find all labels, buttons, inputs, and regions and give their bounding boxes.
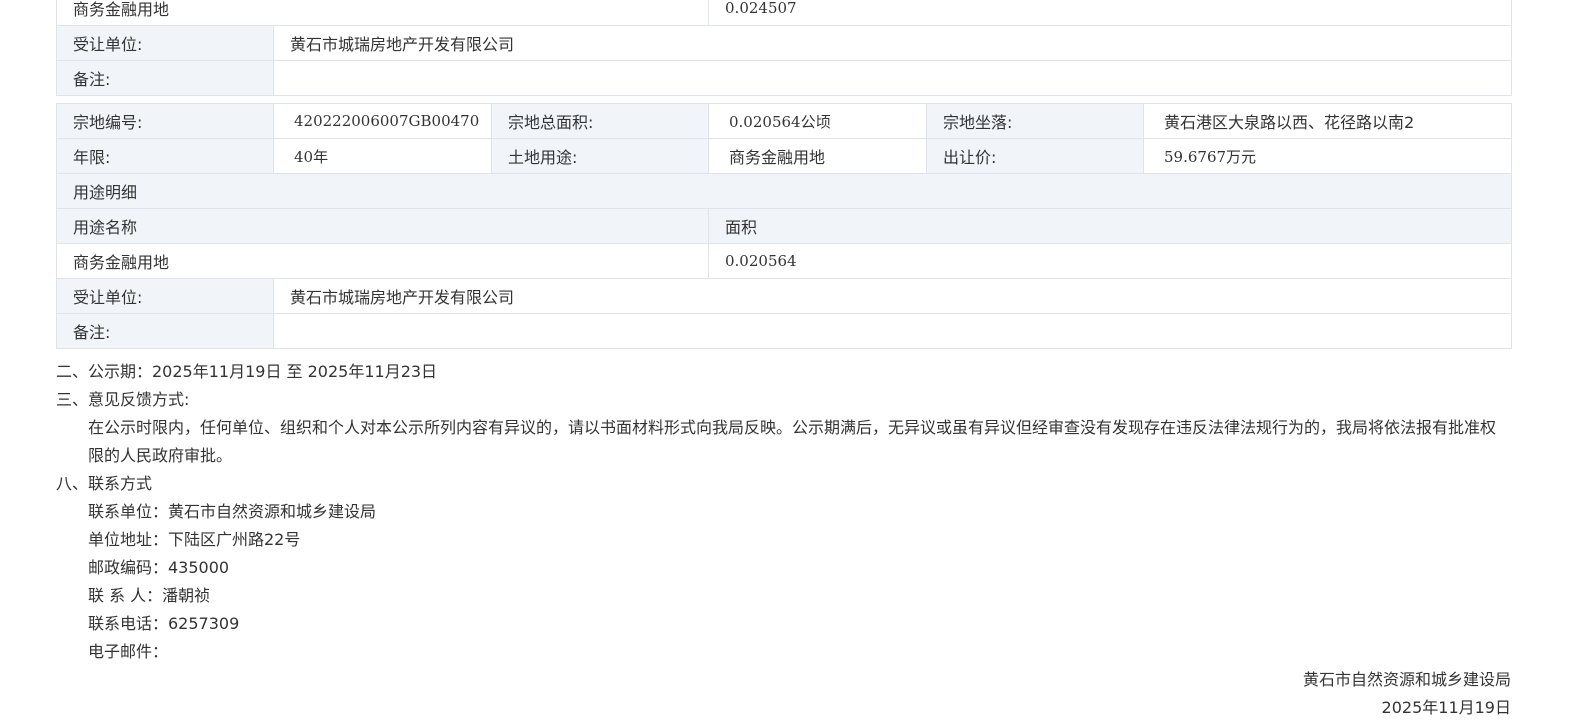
transferee-label: 受让单位: <box>56 25 274 61</box>
table-row: 备注: <box>56 313 1512 349</box>
use-area-cell: 0.024507 <box>708 0 1513 26</box>
remark-label: 备注: <box>56 60 274 96</box>
table-row: 用途名称 面积 <box>56 208 1512 244</box>
contact-email: 电子邮件： <box>88 642 169 661</box>
use-name-cell: 商务金融用地 <box>56 243 709 279</box>
parcel-table-previous: 商务金融用地 0.024507 受让单位: 黄石市城瑞房地产开发有限公司 备注: <box>55 0 1513 96</box>
publicity-period: 二、公示期：2025年11月19日 至 2025年11月23日 <box>56 362 438 381</box>
term-value: 40年 <box>273 138 492 174</box>
remark-value <box>273 313 1512 349</box>
area-header: 面积 <box>708 208 1512 244</box>
parcel-table: 宗地编号: 420222006007GB00470 宗地总面积: 0.02056… <box>56 103 1512 349</box>
transferee-value: 黄石市城瑞房地产开发有限公司 <box>273 278 1512 314</box>
table-row: 备注: <box>56 60 1513 96</box>
location-label: 宗地坐落: <box>926 103 1144 139</box>
table-row: 受让单位: 黄石市城瑞房地产开发有限公司 <box>56 278 1512 314</box>
contact-unit: 联系单位：黄石市自然资源和城乡建设局 <box>88 502 377 521</box>
total-area-value: 0.020564公顷 <box>708 103 927 139</box>
remark-value <box>272 60 1513 96</box>
land-use-value: 商务金融用地 <box>708 138 927 174</box>
parcel-no-label: 宗地编号: <box>56 103 274 139</box>
use-name-cell: 商务金融用地 <box>55 0 710 26</box>
use-area-cell: 0.020564 <box>708 243 1512 279</box>
table-row: 受让单位: 黄石市城瑞房地产开发有限公司 <box>56 25 1513 61</box>
total-area-label: 宗地总面积: <box>491 103 709 139</box>
term-label: 年限: <box>56 138 274 174</box>
contact-postcode: 邮政编码：435000 <box>88 558 230 577</box>
notice-body: 二、公示期：2025年11月19日 至 2025年11月23日 三、意见反馈方式… <box>56 358 1511 722</box>
feedback-text: 在公示时限内，任何单位、组织和个人对本公示所列内容有异议的，请以书面材料形式向我… <box>88 418 1497 465</box>
remark-label: 备注: <box>56 313 274 349</box>
contact-person: 联 系 人：潘朝祯 <box>88 586 211 605</box>
contact-address: 单位地址：下陆区广州路22号 <box>88 530 301 549</box>
table-row: 商务金融用地 0.024507 <box>55 0 1513 26</box>
use-name-header: 用途名称 <box>56 208 709 244</box>
location-value: 黄石港区大泉路以西、花径路以南2 <box>1143 103 1512 139</box>
price-label: 出让价: <box>926 138 1144 174</box>
signature-org: 黄石市自然资源和城乡建设局 <box>1302 670 1511 689</box>
use-detail-header: 用途明细 <box>56 173 1512 209</box>
transferee-value: 黄石市城瑞房地产开发有限公司 <box>272 25 1513 61</box>
parcel-no-value: 420222006007GB00470 <box>273 103 492 139</box>
land-use-label: 土地用途: <box>491 138 709 174</box>
contact-phone: 联系电话：6257309 <box>88 614 240 633</box>
table-row: 商务金融用地 0.020564 <box>56 243 1512 279</box>
price-value: 59.6767万元 <box>1143 138 1512 174</box>
table-row: 宗地编号: 420222006007GB00470 宗地总面积: 0.02056… <box>56 103 1512 139</box>
signature-date: 2025年11月19日 <box>1381 698 1511 717</box>
table-row: 用途明细 <box>56 173 1512 209</box>
feedback-title: 三、意见反馈方式: <box>56 390 190 409</box>
contact-title: 八、联系方式 <box>56 474 153 493</box>
table-row: 年限: 40年 土地用途: 商务金融用地 出让价: 59.6767万元 <box>56 138 1512 174</box>
transferee-label: 受让单位: <box>56 278 274 314</box>
